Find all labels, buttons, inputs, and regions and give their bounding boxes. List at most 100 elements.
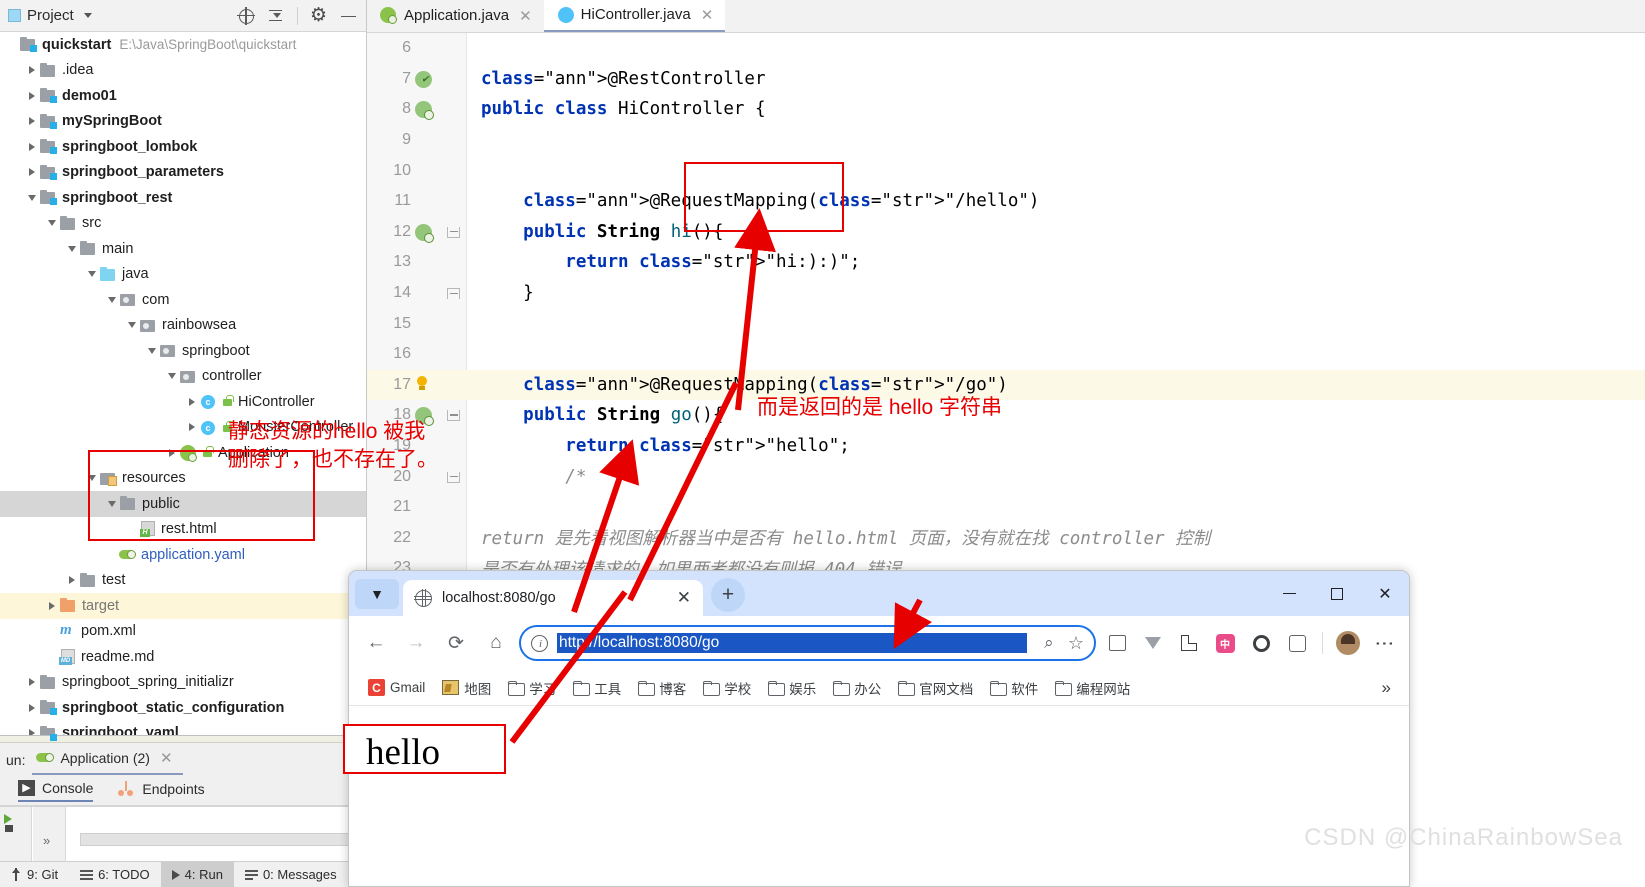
forward-icon[interactable]: → bbox=[399, 626, 433, 660]
editor-tab-bar[interactable]: Application.java ✕ HiController.java ✕ bbox=[367, 0, 1645, 33]
tree-item[interactable]: springboot_static_configuration bbox=[0, 695, 366, 721]
reload-icon[interactable]: ⟳ bbox=[439, 626, 473, 660]
tree-item[interactable]: com bbox=[0, 287, 366, 313]
tree-item[interactable]: m pom.xml bbox=[0, 619, 366, 645]
rerun-icon[interactable] bbox=[4, 814, 21, 832]
tree-expand-arrow[interactable] bbox=[24, 143, 39, 151]
tree-item[interactable]: application.yaml bbox=[0, 542, 366, 568]
tree-expand-arrow[interactable] bbox=[24, 92, 39, 100]
tree-expand-arrow[interactable] bbox=[164, 449, 179, 457]
code-line[interactable]: 14 } bbox=[367, 278, 1645, 309]
bookmark-item[interactable]: 编程网站 bbox=[1048, 674, 1137, 702]
bookmark-item[interactable]: C Gmail bbox=[361, 675, 432, 700]
star-icon[interactable]: ☆ bbox=[1068, 633, 1084, 654]
minimize-icon[interactable] bbox=[340, 7, 358, 25]
project-panel-title-group[interactable]: Project bbox=[8, 7, 92, 24]
bookmark-item[interactable]: 工具 bbox=[566, 674, 628, 702]
tree-expand-arrow[interactable] bbox=[44, 602, 59, 610]
v-extension-icon[interactable] bbox=[1138, 628, 1168, 658]
editor-tab[interactable]: Application.java ✕ bbox=[367, 0, 544, 32]
profile-avatar[interactable] bbox=[1333, 628, 1363, 658]
run-config-tab[interactable]: Application (2) ✕ bbox=[32, 745, 183, 775]
run-gutter-icon[interactable] bbox=[415, 70, 432, 88]
editor-tab[interactable]: HiController.java ✕ bbox=[543, 0, 726, 32]
opera-icon[interactable] bbox=[1246, 628, 1276, 658]
tree-expand-arrow[interactable] bbox=[24, 66, 39, 74]
tree-item[interactable]: rainbowsea bbox=[0, 313, 366, 339]
tree-expand-arrow[interactable] bbox=[124, 322, 139, 328]
site-info-icon[interactable]: i bbox=[531, 634, 548, 652]
collapse-all-icon[interactable] bbox=[267, 7, 285, 25]
back-icon[interactable]: ← bbox=[359, 626, 393, 660]
bookmark-item[interactable]: 地图 bbox=[435, 674, 498, 702]
tree-expand-arrow[interactable] bbox=[64, 246, 79, 252]
zoom-icon[interactable]: ⌕ bbox=[1036, 626, 1062, 660]
bookmark-item[interactable]: 娱乐 bbox=[761, 674, 823, 702]
bookmarks-overflow-button[interactable]: » bbox=[1376, 678, 1397, 698]
status-bar-item[interactable]: 6: TODO bbox=[69, 862, 161, 887]
code-line[interactable]: 8 public class HiController { bbox=[367, 94, 1645, 125]
tree-item[interactable]: Hrest.html bbox=[0, 517, 366, 543]
tree-item[interactable]: controller bbox=[0, 364, 366, 390]
tree-expand-arrow[interactable] bbox=[24, 168, 39, 176]
console-scrollbar[interactable] bbox=[80, 833, 363, 846]
code-line[interactable]: 9 bbox=[367, 125, 1645, 156]
code-line[interactable]: 7 class="ann">@RestController bbox=[367, 64, 1645, 95]
bookmarks-bar[interactable]: C Gmail 地图 学习 工具 博客 学校 娱乐 办公 官网文档 软件 编程网站 » bbox=[349, 670, 1409, 706]
new-tab-button[interactable]: + bbox=[711, 578, 745, 612]
run-sub-tab[interactable]: ▶ Console bbox=[18, 779, 94, 802]
run-gutter-icon[interactable] bbox=[415, 101, 434, 121]
fold-marker-icon[interactable] bbox=[447, 410, 460, 422]
code-line[interactable]: 20 /* bbox=[367, 461, 1645, 492]
run-sub-tabs[interactable]: ▶ Console Endpoints bbox=[0, 776, 367, 806]
status-bar-item[interactable]: 9: Git bbox=[0, 862, 69, 887]
share-icon[interactable] bbox=[1174, 628, 1204, 658]
tab-groups-icon[interactable] bbox=[1102, 628, 1132, 658]
code-line[interactable]: 16 bbox=[367, 339, 1645, 370]
tree-item[interactable]: springboot_rest bbox=[0, 185, 366, 211]
fold-marker-icon[interactable] bbox=[447, 226, 460, 238]
bookmark-item[interactable]: 官网文档 bbox=[891, 674, 980, 702]
tree-item[interactable]: demo01 bbox=[0, 83, 366, 109]
tree-expand-arrow[interactable] bbox=[24, 195, 39, 201]
fold-marker-icon[interactable] bbox=[447, 288, 460, 300]
code-line[interactable]: 11 class="ann">@RequestMapping(class ="st… bbox=[367, 186, 1645, 217]
tree-expand-arrow[interactable] bbox=[44, 220, 59, 226]
close-icon[interactable]: ✕ bbox=[519, 7, 532, 25]
code-line[interactable]: 12 public String hi(){ bbox=[367, 217, 1645, 248]
tree-item[interactable]: main bbox=[0, 236, 366, 262]
ide-status-bar[interactable]: 9: Git 6: TODO 4: Run 0: Messages bbox=[0, 861, 367, 887]
close-icon[interactable]: ✕ bbox=[677, 588, 691, 608]
tree-item[interactable]: MD readme.md bbox=[0, 644, 366, 670]
tree-item[interactable]: .idea bbox=[0, 58, 366, 84]
tree-item[interactable]: springboot_spring_initializr bbox=[0, 670, 366, 696]
code-line[interactable]: 6 bbox=[367, 33, 1645, 64]
tree-expand-arrow[interactable] bbox=[24, 117, 39, 125]
code-line[interactable]: 13 return class="str">"hi:):)"; bbox=[367, 247, 1645, 278]
locate-icon[interactable] bbox=[237, 6, 255, 25]
tree-item[interactable]: mySpringBoot bbox=[0, 109, 366, 135]
minimize-button[interactable] bbox=[1265, 571, 1313, 616]
code-line[interactable]: 18 public String go(){ bbox=[367, 400, 1645, 431]
tree-expand-arrow[interactable] bbox=[104, 297, 119, 303]
tree-expand-arrow[interactable] bbox=[144, 348, 159, 354]
tree-expand-arrow[interactable] bbox=[184, 423, 199, 431]
tree-item[interactable]: springboot_parameters bbox=[0, 160, 366, 186]
tree-expand-arrow[interactable] bbox=[24, 704, 39, 712]
lightbulb-icon[interactable] bbox=[414, 375, 430, 393]
bookmark-item[interactable]: 博客 bbox=[631, 674, 693, 702]
tree-item[interactable]: springboot_lombok bbox=[0, 134, 366, 160]
tree-item[interactable]: java bbox=[0, 262, 366, 288]
translate-icon[interactable]: 中 bbox=[1210, 628, 1240, 658]
code-line[interactable]: 15 bbox=[367, 308, 1645, 339]
bookmark-item[interactable]: 办公 bbox=[826, 674, 888, 702]
url-text[interactable]: http://localhost:8080/go bbox=[557, 633, 1027, 653]
bookmark-item[interactable]: 软件 bbox=[983, 674, 1045, 702]
run-sub-tab[interactable]: Endpoints bbox=[117, 780, 205, 801]
tree-expand-arrow[interactable] bbox=[84, 475, 99, 481]
tree-item[interactable]: c HiController bbox=[0, 389, 366, 415]
code-line[interactable]: 19 return class="str">"hello"; bbox=[367, 431, 1645, 462]
chevron-down-icon[interactable] bbox=[83, 13, 92, 18]
bookmark-item[interactable]: 学校 bbox=[696, 674, 758, 702]
tree-item[interactable]: public bbox=[0, 491, 366, 517]
